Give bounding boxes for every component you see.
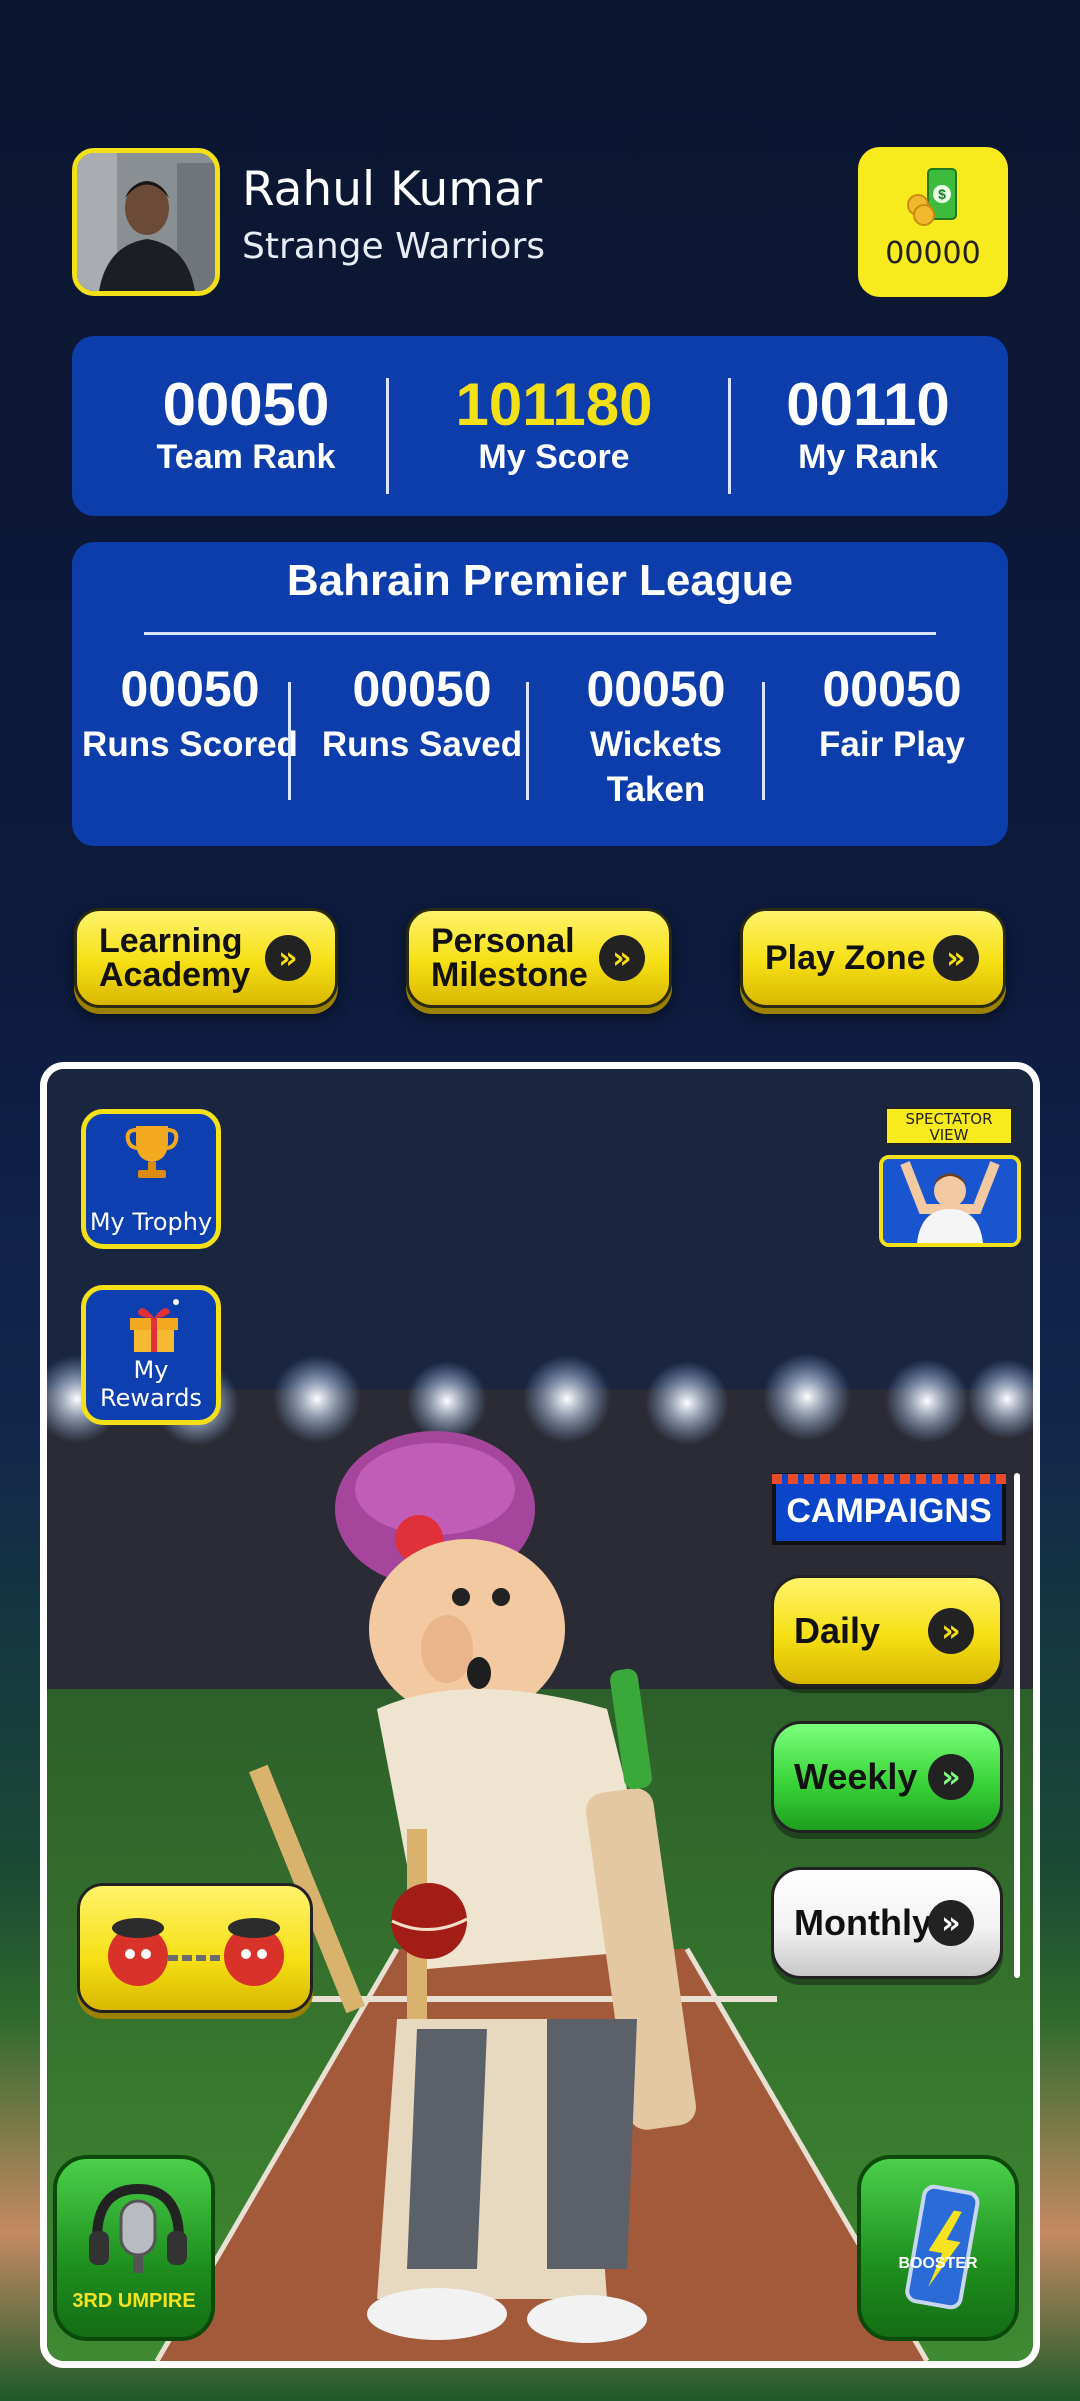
money-icon: $	[907, 168, 957, 226]
league-stat-value: 00050	[120, 661, 260, 717]
league-card: Bahrain Premier League 00050 Runs Scored…	[72, 542, 1008, 846]
chevron-right-icon: »	[933, 935, 979, 981]
my-trophy-label: My Trophy	[89, 1208, 213, 1236]
team-name: Strange Warriors	[242, 226, 545, 267]
league-stat-label: Wickets Taken	[590, 725, 722, 809]
trophy-icon	[125, 1126, 179, 1178]
chevron-right-icon: »	[928, 1608, 974, 1654]
league-title: Bahrain Premier League	[286, 556, 794, 605]
booster-label: BOOSTER	[898, 2255, 978, 2272]
divider	[386, 378, 389, 494]
league-stat-label: Runs Scored	[82, 725, 298, 764]
my-rewards-button[interactable]: My Rewards	[81, 1285, 221, 1425]
daily-campaign-button[interactable]: Daily »	[771, 1575, 1003, 1687]
third-umpire-button[interactable]: 3RD UMPIRE	[53, 2155, 215, 2341]
my-rank-label: My Rank	[798, 438, 938, 476]
my-trophy-button[interactable]: My Trophy	[81, 1109, 221, 1249]
team-rank-stat: 00050 Team Rank	[96, 374, 396, 478]
summary-card: 00050 Team Rank 101180 My Score 00110 My…	[72, 336, 1008, 516]
spectator-avatar	[879, 1155, 1021, 1247]
microphone-icon	[89, 2183, 187, 2273]
chevron-right-icon: »	[265, 935, 311, 981]
league-stat: 00050 Runs Scored	[80, 662, 300, 767]
play-zone-button[interactable]: Play Zone »	[740, 908, 1006, 1008]
play-zone-label: Play Zone	[765, 939, 926, 977]
campaign-rail	[1014, 1473, 1020, 1978]
divider	[144, 632, 936, 635]
divider	[526, 682, 529, 800]
personal-milestone-label: Personal Milestone	[431, 922, 588, 994]
divider	[762, 682, 765, 800]
learning-academy-button[interactable]: Learning Academy »	[74, 908, 338, 1008]
league-stat: 00050 Fair Play	[782, 662, 1002, 767]
wallet-amount: 00000	[885, 236, 981, 271]
user-name: Rahul Kumar	[242, 162, 543, 217]
weekly-label: Weekly	[794, 1756, 918, 1797]
league-stat-value: 00050	[822, 661, 962, 717]
energy-can-icon	[905, 2184, 980, 2310]
wallet-button[interactable]: $ 00000	[858, 147, 1008, 297]
my-score-stat: 101180 My Score	[404, 374, 704, 478]
third-umpire-label: 3RD UMPIRE	[72, 2290, 196, 2312]
league-stat-value: 00050	[586, 661, 726, 717]
my-score-label: My Score	[478, 438, 630, 476]
chevron-right-icon: »	[928, 1900, 974, 1946]
weekly-campaign-button[interactable]: Weekly »	[771, 1721, 1003, 1833]
personal-milestone-button[interactable]: Personal Milestone »	[406, 908, 672, 1008]
team-rank-value: 00050	[162, 371, 330, 438]
chevron-right-icon: »	[599, 935, 645, 981]
ball-characters-icon	[108, 1918, 284, 1986]
my-rank-value: 00110	[786, 371, 950, 438]
daily-label: Daily	[794, 1610, 881, 1651]
monthly-campaign-button[interactable]: Monthly »	[771, 1867, 1003, 1979]
my-score-value: 101180	[455, 371, 653, 438]
monthly-label: Monthly	[794, 1902, 932, 1943]
learning-academy-label: Learning Academy	[99, 922, 251, 994]
league-stat: 00050 Wickets Taken	[546, 662, 766, 812]
league-stat-label: Runs Saved	[321, 725, 523, 764]
spectator-view-button[interactable]: SPECTATOR VIEW	[879, 1107, 1021, 1247]
spectator-view-label: SPECTATOR VIEW	[885, 1107, 1013, 1145]
league-stat: 00050 Runs Saved	[312, 662, 532, 767]
team-rank-label: Team Rank	[156, 438, 336, 476]
my-rank-stat: 00110 My Rank	[718, 374, 1018, 478]
my-rewards-label: My Rewards	[100, 1356, 202, 1412]
league-stat-label: Fair Play	[819, 725, 965, 764]
league-stat-value: 00050	[352, 661, 492, 717]
chevron-right-icon: »	[928, 1754, 974, 1800]
booster-button[interactable]: BOOSTER	[857, 2155, 1019, 2341]
divider	[288, 682, 291, 800]
gift-icon	[130, 1299, 179, 1352]
versus-challenge-button[interactable]	[77, 1883, 313, 2013]
avatar[interactable]	[72, 148, 220, 296]
game-scene: My Trophy My Rewards SPECTATOR VIEW CAMP…	[40, 1062, 1040, 2368]
svg-text:$: $	[938, 186, 946, 202]
marquee-lights	[772, 1474, 1006, 1484]
